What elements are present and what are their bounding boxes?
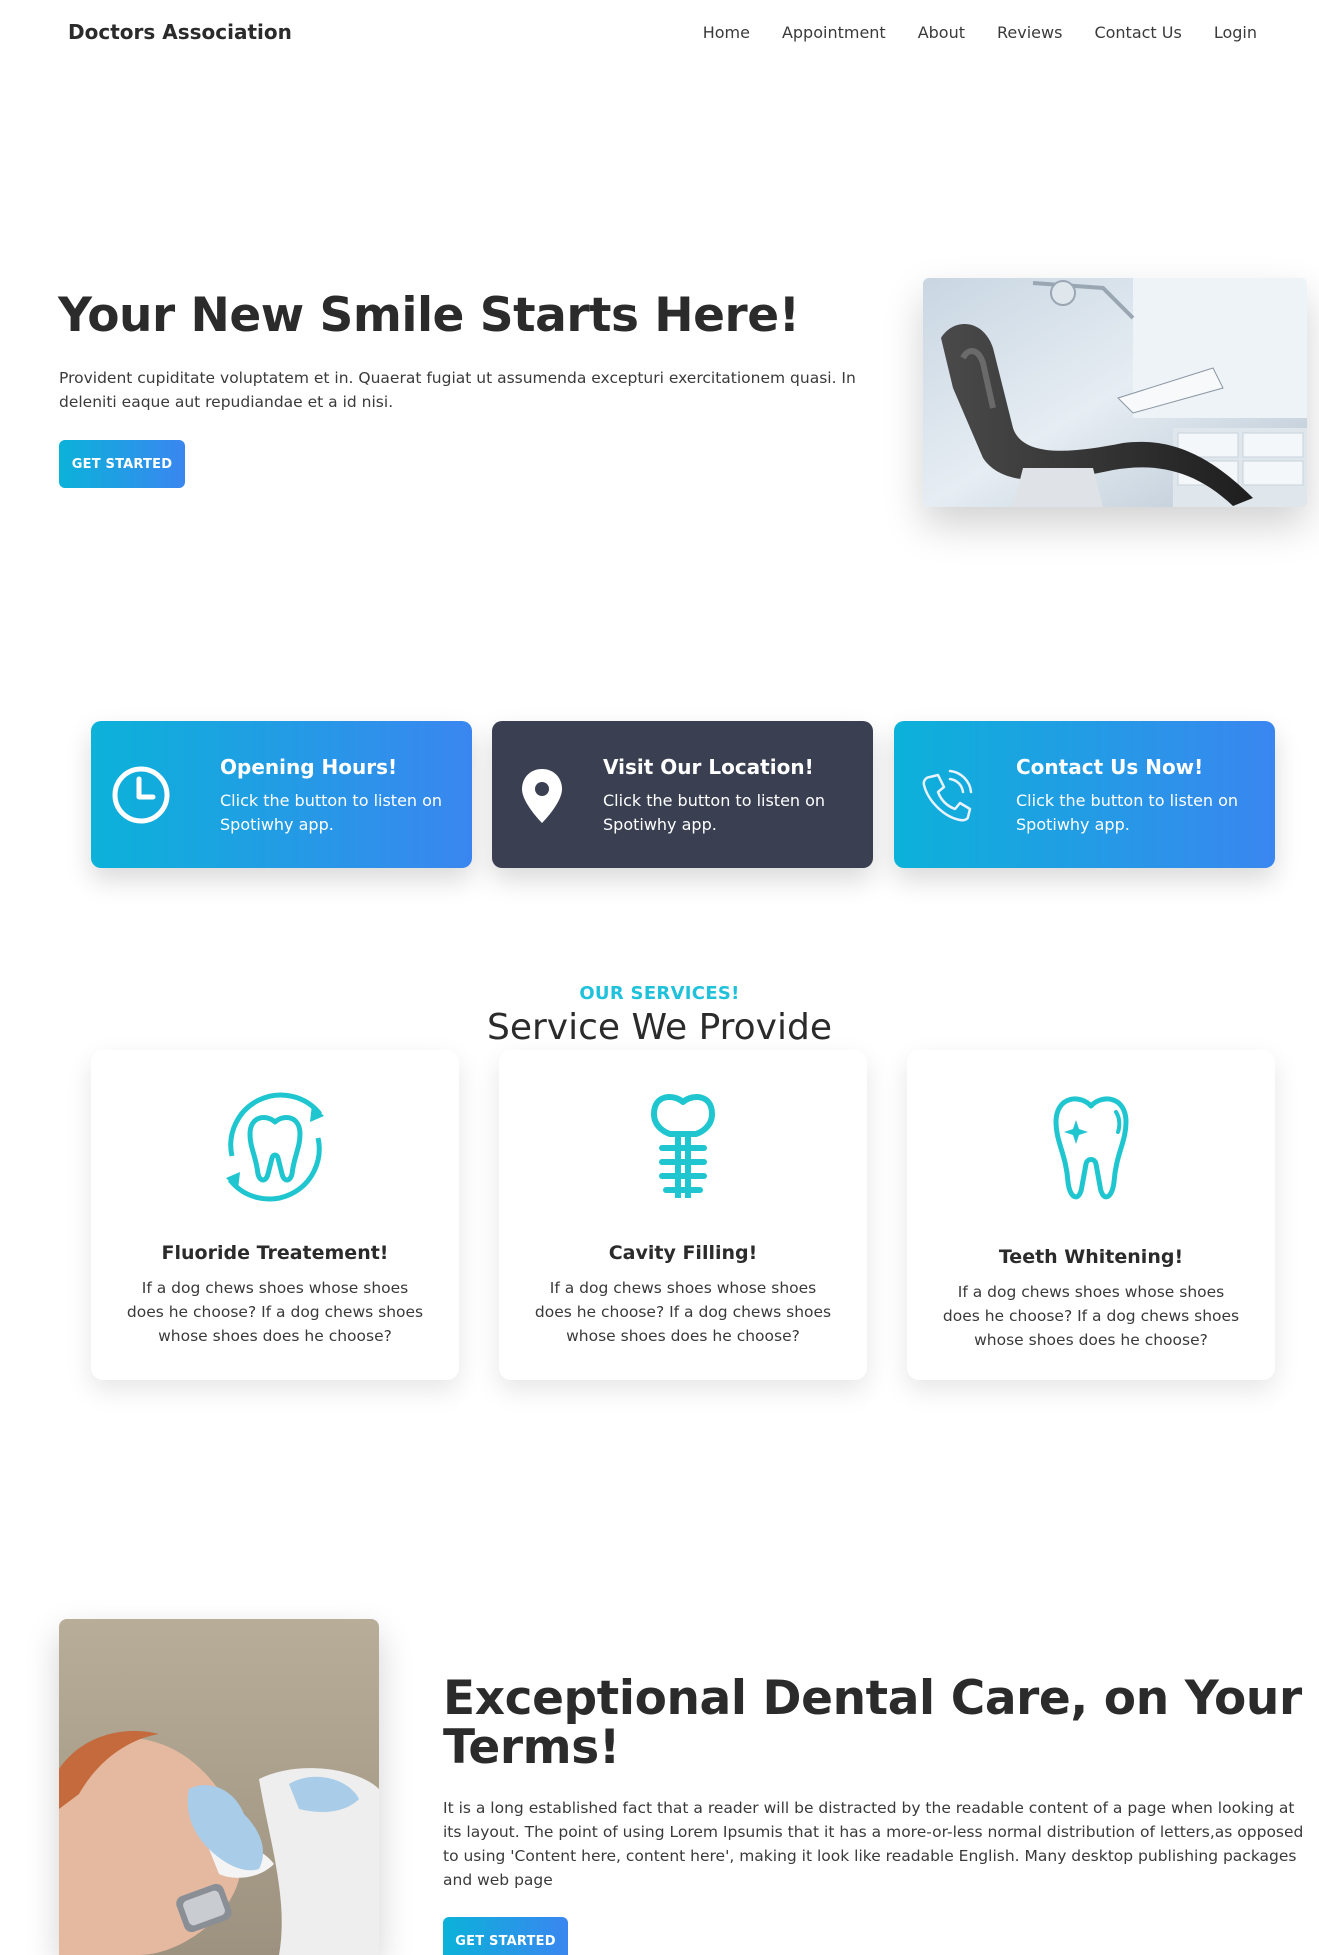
contact-us-card[interactable]: Contact Us Now! Click the button to list… bbox=[894, 721, 1275, 868]
opening-hours-text: Click the button to listen on Spotiwhy a… bbox=[220, 791, 443, 834]
dental-implant-icon bbox=[651, 1094, 715, 1198]
about-description: It is a long established fact that a rea… bbox=[443, 1799, 1304, 1889]
service-card-whitening[interactable]: Teeth Whitening! If a dog chews shoes wh… bbox=[907, 1050, 1275, 1380]
about-title: Exceptional Dental Care, on Your Terms! bbox=[443, 1671, 1302, 1775]
location-pin-icon bbox=[522, 769, 562, 823]
service-title-cavity: Cavity Filling! bbox=[608, 1242, 758, 1264]
visit-location-title: Visit Our Location! bbox=[603, 755, 814, 779]
service-text-fluoride: If a dog chews shoes whose shoes does he… bbox=[126, 1279, 424, 1345]
contact-us-text: Click the button to listen on Spotiwhy a… bbox=[1016, 791, 1239, 834]
nav-link-reviews[interactable]: Reviews bbox=[997, 23, 1062, 42]
tooth-cycle-icon bbox=[226, 1092, 324, 1202]
service-title-whitening: Teeth Whitening! bbox=[998, 1246, 1184, 1268]
about-get-started-button[interactable]: GET STARTED bbox=[443, 1917, 568, 1955]
dental-clinic-image bbox=[923, 278, 1307, 507]
service-card-fluoride[interactable]: Fluoride Treatement! If a dog chews shoe… bbox=[91, 1050, 459, 1380]
tooth-sparkle-icon bbox=[1053, 1096, 1129, 1200]
service-text-cavity: If a dog chews shoes whose shoes does he… bbox=[534, 1279, 832, 1345]
visit-location-card[interactable]: Visit Our Location! Click the button to … bbox=[492, 721, 873, 868]
clock-icon bbox=[112, 766, 170, 824]
phone-icon bbox=[922, 769, 973, 822]
service-text-whitening: If a dog chews shoes whose shoes does he… bbox=[942, 1283, 1240, 1349]
dental-patient-image bbox=[59, 1619, 379, 1955]
services-title: Service We Provide bbox=[487, 1007, 832, 1048]
hero-title: Your New Smile Starts Here! bbox=[58, 288, 800, 343]
contact-us-title: Contact Us Now! bbox=[1016, 755, 1204, 779]
nav-link-about[interactable]: About bbox=[918, 23, 965, 42]
nav-link-login[interactable]: Login bbox=[1214, 23, 1257, 42]
nav-link-contact-us[interactable]: Contact Us bbox=[1094, 23, 1181, 42]
service-card-cavity[interactable]: Cavity Filling! If a dog chews shoes who… bbox=[499, 1050, 867, 1380]
nav-link-home[interactable]: Home bbox=[703, 23, 750, 42]
service-title-fluoride: Fluoride Treatement! bbox=[161, 1242, 389, 1264]
visit-location-text: Click the button to listen on Spotiwhy a… bbox=[603, 791, 826, 834]
services-eyebrow: OUR SERVICES! bbox=[579, 983, 740, 1004]
nav-links: Home Appointment About Reviews Contact U… bbox=[703, 23, 1257, 42]
hero-get-started-button[interactable]: GET STARTED bbox=[59, 440, 185, 488]
brand-logo-text[interactable]: Doctors Association bbox=[68, 20, 292, 44]
opening-hours-card[interactable]: Opening Hours! Click the button to liste… bbox=[91, 721, 472, 868]
opening-hours-title: Opening Hours! bbox=[220, 755, 398, 779]
hero-description: Provident cupiditate voluptatem et in. Q… bbox=[59, 369, 856, 411]
nav-link-appointment[interactable]: Appointment bbox=[782, 23, 886, 42]
top-navbar: Doctors Association Home Appointment Abo… bbox=[0, 0, 1319, 64]
